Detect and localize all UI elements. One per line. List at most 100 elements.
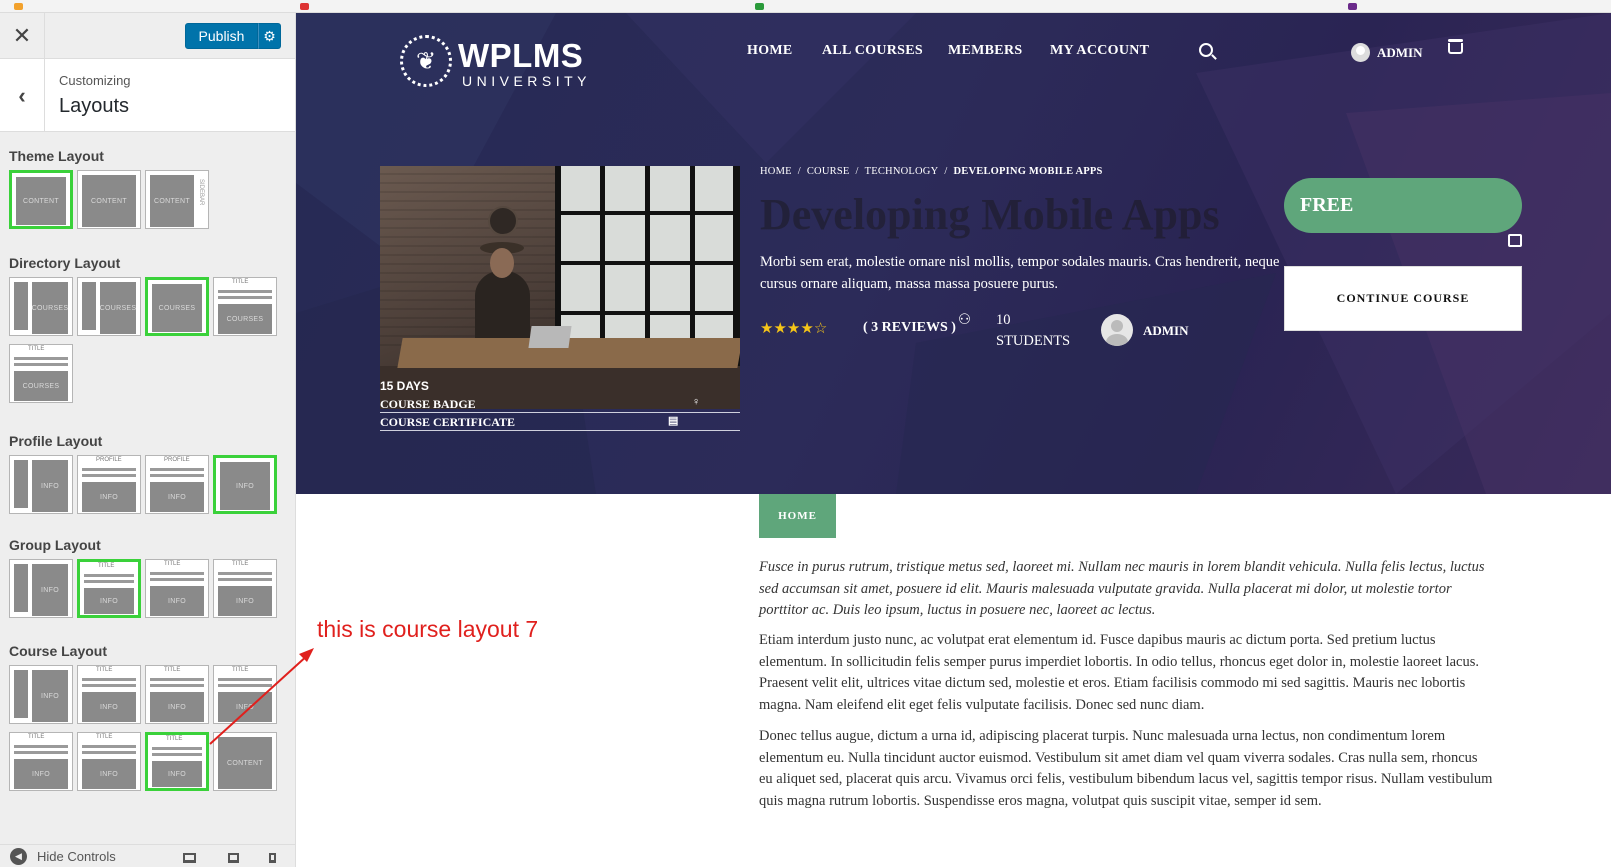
publish-button[interactable]: Publish	[185, 23, 258, 49]
layout-option-title: TITLE	[232, 561, 249, 567]
browser-bookmarks-strip	[0, 0, 1611, 13]
layout-option[interactable]: TITLE INFO	[145, 559, 209, 618]
chevron-left-icon[interactable]: ‹	[0, 59, 45, 132]
layout-option[interactable]: TITLE INFO	[213, 665, 277, 724]
layout-option-label: INFO	[32, 670, 68, 722]
layout-option-label: INFO	[218, 692, 272, 722]
layout-option[interactable]: INFO	[213, 455, 277, 514]
reviews-count[interactable]: ( 3 REVIEWS )	[863, 320, 956, 336]
nav-all-courses[interactable]: ALL COURSES	[822, 43, 923, 59]
mobile-preview-icon[interactable]	[269, 853, 276, 863]
layout-option[interactable]: TITLE INFO	[77, 559, 141, 618]
layout-option-label: COURSES	[14, 371, 68, 401]
layout-option-label: CONTENT	[82, 175, 136, 227]
layout-option[interactable]: TITLE INFO	[77, 732, 141, 791]
star-filled-icon: ★	[800, 320, 814, 337]
layout-option-label: INFO	[82, 692, 136, 722]
tablet-preview-icon[interactable]	[228, 853, 239, 863]
hide-controls-label[interactable]: Hide Controls	[37, 849, 116, 864]
students-count: ⚇ 10 STUDENTS	[958, 310, 1077, 352]
breadcrumb-technology[interactable]: TECHNOLOGY	[865, 166, 939, 177]
section-label: Group Layout	[9, 537, 101, 553]
layout-option-title: TITLE	[98, 563, 115, 569]
students-label: STUDENTS	[996, 333, 1071, 349]
layout-option[interactable]: PROFILE INFO	[77, 455, 141, 514]
customizer-header: ✕ Publish ⚙	[0, 13, 295, 59]
layout-option-label: INFO	[218, 586, 272, 616]
layout-option[interactable]: COURSES	[145, 277, 209, 336]
breadcrumb-current: DEVELOPING MOBILE APPS	[953, 166, 1103, 177]
nav-my-account[interactable]: MY ACCOUNT	[1050, 43, 1149, 59]
rating-stars: ★★★★☆	[760, 319, 827, 337]
students-number: 10	[996, 312, 1011, 328]
layout-option[interactable]: TITLE COURSES	[213, 277, 277, 336]
logo-subtitle: UNIVERSITY	[462, 73, 592, 89]
user-menu-label[interactable]: ADMIN	[1377, 45, 1423, 61]
layout-option[interactable]: TITLE COURSES	[9, 344, 73, 403]
close-icon[interactable]: ✕	[0, 13, 45, 59]
hide-controls-icon[interactable]: ◀	[10, 848, 27, 865]
instructor-avatar[interactable]	[1101, 314, 1133, 346]
breadcrumb-home[interactable]: HOME	[760, 166, 792, 177]
layout-option[interactable]: CONTENT	[213, 732, 277, 791]
layout-option-label: CONTENT	[150, 175, 194, 227]
breadcrumb-course[interactable]: COURSE	[807, 166, 850, 177]
layout-option[interactable]: TITLE INFO	[145, 732, 209, 791]
layout-option-title: TITLE	[232, 279, 249, 285]
layout-option-title: TITLE	[164, 667, 181, 673]
layout-option[interactable]: TITLE INFO	[213, 559, 277, 618]
layout-option-sidebar-label: SIDEBAR	[198, 179, 204, 206]
course-featured-image	[380, 166, 740, 409]
layout-option[interactable]: TITLE INFO	[145, 665, 209, 724]
layout-option-title: TITLE	[28, 734, 45, 740]
layout-option[interactable]: TITLE INFO	[77, 665, 141, 724]
course-certificate-label: COURSE CERTIFICATE	[380, 415, 516, 429]
breadcrumb: HOME / COURSE / TECHNOLOGY / DEVELOPING MOBILE…	[760, 166, 1103, 177]
layout-option-label: COURSES	[152, 284, 202, 332]
layout-option-label: INFO	[82, 482, 136, 512]
layout-option[interactable]: INFO	[9, 559, 73, 618]
user-avatar[interactable]	[1351, 43, 1370, 62]
layout-option[interactable]: INFO	[9, 455, 73, 514]
layout-option-label: INFO	[220, 462, 270, 510]
layout-option-title: TITLE	[28, 346, 45, 352]
section-label: Directory Layout	[9, 255, 121, 271]
layout-option[interactable]: TITLE INFO	[9, 732, 73, 791]
layout-option-title: TITLE	[164, 561, 181, 567]
nav-members[interactable]: MEMBERS	[948, 43, 1022, 59]
section-header: ‹ Customizing Layouts	[0, 59, 295, 132]
layout-option[interactable]: CONTENT	[77, 170, 141, 229]
gear-icon[interactable]: ⚙	[258, 23, 281, 49]
layout-option-title: TITLE	[166, 736, 183, 742]
course-badge-row: COURSE BADGE ♀	[380, 396, 740, 413]
course-duration: 15 DAYS	[380, 379, 429, 393]
desktop-preview-icon[interactable]	[183, 853, 196, 863]
layout-option[interactable]: COURSES	[9, 277, 73, 336]
course-paragraph-2: Donec tellus augue, dictum a urna id, ad…	[759, 728, 1493, 809]
cart-icon[interactable]	[1448, 39, 1463, 54]
search-icon[interactable]	[1199, 43, 1213, 57]
continue-course-button[interactable]: CONTINUE COURSE	[1284, 266, 1522, 331]
tab-home[interactable]: HOME	[759, 494, 836, 538]
course-description: Morbi sem erat, molestie ornare nisl mol…	[760, 254, 1280, 292]
layout-option[interactable]: PROFILE INFO	[145, 455, 209, 514]
course-certificate-row: COURSE CERTIFICATE ▤	[380, 414, 740, 431]
layout-option-label: INFO	[150, 586, 204, 616]
badge-icon[interactable]: ♀	[692, 396, 702, 410]
layout-option[interactable]: CONTENT	[9, 170, 73, 229]
nav-home[interactable]: HOME	[747, 43, 793, 59]
laurel-icon: ❦	[400, 35, 452, 87]
layout-option[interactable]: INFO	[9, 665, 73, 724]
layout-option-title: TITLE	[96, 734, 113, 740]
customizer-sidebar: ✕ Publish ⚙ ‹ Customizing Layouts Theme …	[0, 13, 296, 867]
star-filled-icon: ★	[773, 320, 787, 337]
course-badge-label: COURSE BADGE	[380, 397, 476, 411]
layout-option[interactable]: COURSES	[77, 277, 141, 336]
layout-option-label: COURSES	[100, 282, 136, 334]
section-label: Theme Layout	[9, 148, 104, 164]
certificate-icon[interactable]: ▤	[668, 414, 678, 428]
site-logo[interactable]: ❦ WPLMS UNIVERSITY	[400, 35, 600, 95]
instructor-name[interactable]: ADMIN	[1143, 323, 1189, 339]
layout-option[interactable]: CONTENT SIDEBAR	[145, 170, 209, 229]
price-free-button[interactable]: FREE	[1284, 178, 1522, 233]
